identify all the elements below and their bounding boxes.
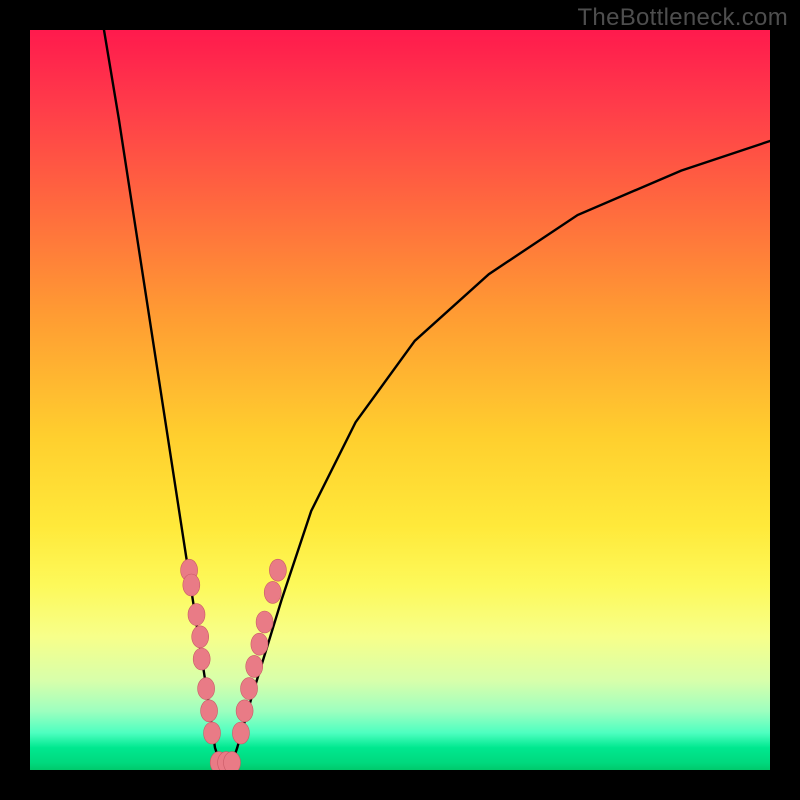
data-dot [198,678,215,700]
outer-frame: TheBottleneck.com [0,0,800,800]
data-dot [269,559,286,581]
watermark-text: TheBottleneck.com [577,4,788,32]
data-dot [232,722,249,744]
curve-svg [30,30,770,770]
data-dot [201,700,218,722]
data-dot [246,655,263,677]
data-dot [256,611,273,633]
data-dot [224,752,241,770]
data-dot [251,633,268,655]
data-dot [204,722,221,744]
plot-area [30,30,770,770]
data-dot [193,648,210,670]
data-dots [181,559,287,770]
data-dot [236,700,253,722]
data-dot [188,604,205,626]
data-dot [264,581,281,603]
data-dot [192,626,209,648]
data-dot [241,678,258,700]
data-dot [183,574,200,596]
